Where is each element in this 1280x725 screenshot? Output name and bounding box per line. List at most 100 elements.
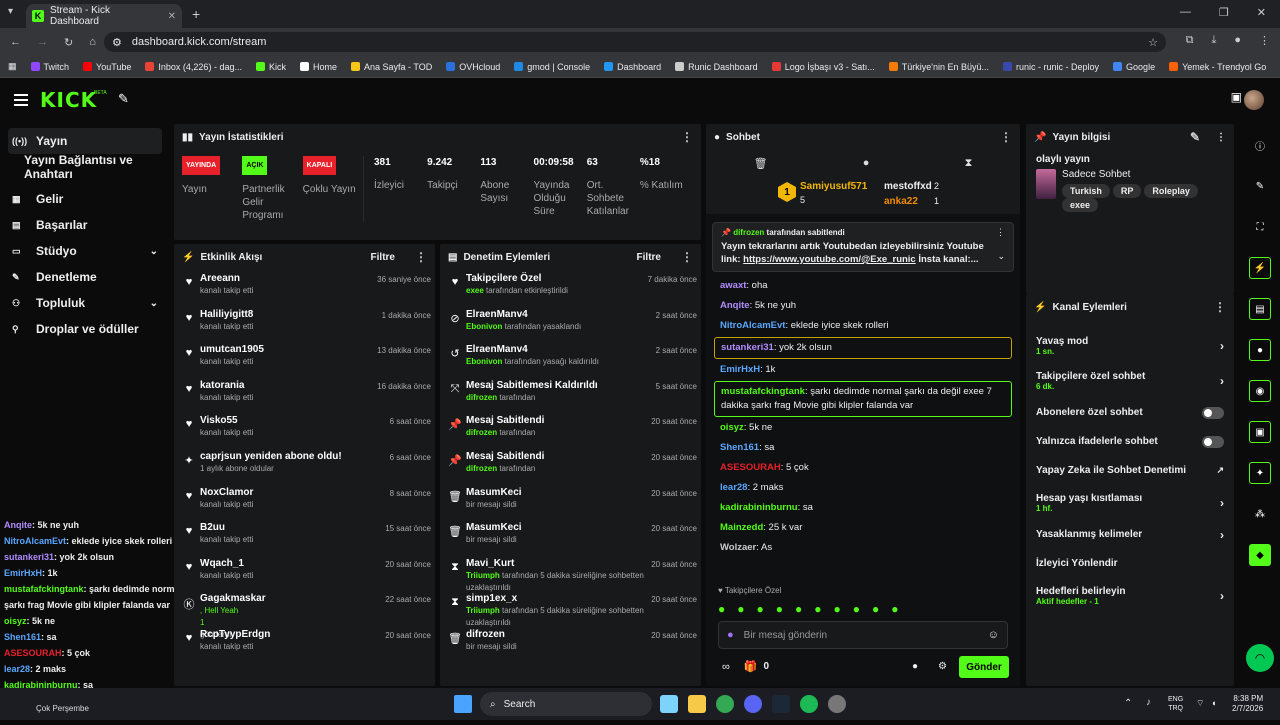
stats-menu-icon[interactable]: ⋮ (681, 130, 693, 144)
chat-input[interactable]: ● Bir mesaj gönderin ☺ (718, 621, 1008, 649)
activity-row[interactable]: ♥ B2uu kanalı takip etti 15 saat önce (178, 519, 431, 555)
chat-username[interactable]: mustafafckingtank (721, 386, 805, 397)
activity-menu-icon[interactable]: ⋮ (415, 250, 427, 264)
chevron-down-icon[interactable]: ⌄ (150, 298, 158, 309)
channel-action-4[interactable]: Yapay Zeka ile Sohbet Denetimi ↗ (1026, 456, 1234, 485)
info-icon[interactable]: ⓘ (1249, 134, 1271, 156)
tag-chip[interactable]: exee (1062, 198, 1099, 212)
moderation-row[interactable]: 🗑 MasumKeci bir mesajı sildi 20 saat önce (444, 519, 697, 555)
moderation-row[interactable]: ⊘ ElraenManv4 Ebonivon tarafından yasaklan… (444, 306, 697, 342)
chat-message[interactable]: EmirHxH: 1k (706, 360, 1020, 380)
chat-message[interactable]: kadirabininburnu: sa (706, 498, 1020, 518)
fullscreen-icon[interactable]: ⛶ (1249, 216, 1271, 238)
tag-chip[interactable]: Roleplay (1144, 184, 1198, 198)
sidebar-item-2[interactable]: ▦ Gelir (0, 186, 170, 212)
emote-icon[interactable]: ● (718, 602, 725, 616)
top-user-2[interactable]: mestoffxd (884, 181, 932, 192)
chevron-down-icon[interactable]: ⌄ (150, 246, 158, 257)
external-link-icon[interactable]: ↗ (1216, 465, 1224, 476)
emote-icon[interactable]: ● (795, 602, 802, 616)
game-icon[interactable]: ◆ (1249, 544, 1271, 566)
bookmark-12[interactable]: runic - runic - Deploy (1003, 62, 1099, 72)
activity-row[interactable]: ♥ RcpTyypErdgn kanalı takip etti 20 saat ön… (178, 626, 431, 662)
top-user-1[interactable]: Samiyusuf571 (800, 181, 867, 192)
sidebar-item-6[interactable]: ⚇ Topluluk ⌄ (0, 290, 170, 316)
chat-message[interactable]: Anqite: 5k ne yuh (706, 296, 1020, 316)
bookmark-star-icon[interactable]: ☆ (1148, 36, 1158, 49)
send-button[interactable]: Gönder (959, 656, 1009, 678)
chat-username[interactable]: lear28 (720, 482, 747, 493)
chat-username[interactable]: Anqite (720, 300, 750, 311)
steam-icon[interactable] (772, 695, 790, 713)
copilot-icon[interactable] (660, 695, 678, 713)
chat-username[interactable]: ASESOURAH (720, 462, 781, 473)
activity-filter-button[interactable]: Filtre (371, 252, 395, 263)
toggle-switch[interactable] (1202, 406, 1224, 419)
timer-icon[interactable]: ⧗ (965, 157, 973, 170)
wrench-icon[interactable]: ✦ (1249, 462, 1271, 484)
tag-chip[interactable]: Turkish (1062, 184, 1110, 198)
reload-icon[interactable]: ↻ (64, 36, 73, 49)
kick-logo[interactable]: KICK (40, 88, 97, 112)
sidebar-item-1[interactable]: Yayın Bağlantısı ve Anahtarı (0, 153, 170, 181)
chat-message[interactable]: mustafafckingtank: şarkı dedimde normal … (714, 381, 1012, 417)
activity-row[interactable]: ✦ caprjsun yeniden abone oldu! 1 aylık abo… (178, 448, 431, 484)
bookmark-7[interactable]: gmod | Console (514, 62, 590, 72)
close-tab-icon[interactable]: ✕ (168, 11, 176, 22)
bookmark-8[interactable]: Dashboard (604, 62, 661, 72)
browser-tab-active[interactable]: K Stream - Kick Dashboard ✕ (26, 4, 182, 28)
clear-chat-icon[interactable]: 🗑 (754, 157, 768, 170)
emote-icon[interactable]: ● (872, 602, 879, 616)
emote-icon[interactable]: ● (776, 602, 783, 616)
category-thumbnail[interactable] (1036, 169, 1057, 199)
chevron-right-icon[interactable]: › (1220, 528, 1224, 542)
discord-icon[interactable] (744, 695, 762, 713)
chat-message[interactable]: lear28: 2 maks (706, 478, 1020, 498)
maximize-icon[interactable]: ❐ (1219, 6, 1229, 19)
activity-row[interactable]: Ⓚ Gagakmaskar, Hell Yeah 1 gönderdi 22 saat … (178, 590, 432, 639)
chat-menu-icon[interactable]: ⋮ (1000, 130, 1012, 144)
moderation-row[interactable]: ↺ ElraenManv4 Ebonivon tarafından yasağı k… (444, 341, 697, 377)
sidebar-item-5[interactable]: ✎ Denetleme (0, 264, 170, 290)
forward-icon[interactable]: → (37, 36, 48, 48)
bookmark-9[interactable]: Runic Dashboard (675, 62, 758, 72)
info-menu-icon[interactable]: ⋮ (1216, 132, 1226, 143)
address-bar[interactable]: ⚙ dashboard.kick.com/stream ☆ (104, 32, 1166, 52)
download-icon[interactable]: ⤓ (1211, 34, 1216, 47)
volume-icon[interactable]: ◖ (1211, 698, 1216, 708)
sidebar-item-3[interactable]: ▤ Başarılar (0, 212, 170, 238)
file-explorer-icon[interactable] (688, 695, 706, 713)
moderation-row[interactable]: ⤧ Mesaj Sabitlemesi Kaldırıldı difrozen ta… (444, 377, 697, 413)
chat-username[interactable]: NitroAlcamEvt (720, 320, 785, 331)
support-icon[interactable]: ◠ (1246, 644, 1274, 672)
moderation-row[interactable]: 📌 Mesaj Sabitlendi difrozen tarafından 20 s… (444, 412, 697, 448)
moderation-menu-icon[interactable]: ⋮ (681, 250, 693, 264)
chat-message[interactable]: Mainzedd: 25 k var (706, 518, 1020, 538)
chat-username[interactable]: EmirHxH (720, 364, 760, 375)
chat-settings-icon[interactable]: ⚙ (938, 661, 947, 672)
bookmark-10[interactable]: Logo İşbaşı v3 - Satı... (771, 62, 875, 72)
close-window-icon[interactable]: ✕ (1257, 6, 1266, 19)
home-icon[interactable]: ⌂ (89, 36, 96, 48)
apps-icon[interactable]: ▦ (8, 61, 17, 72)
moderation-row[interactable]: ♥ Takipçilere Özel exee tarafından etkinle… (444, 270, 697, 306)
channel-action-1[interactable]: Takipçilere özel sohbet 6 dk. › (1026, 363, 1234, 398)
moderation-row[interactable]: 🗑 MasumKeci bir mesajı sildi 20 saat önce (444, 484, 697, 520)
notes-icon[interactable]: ▤ (1249, 298, 1271, 320)
studio-icon[interactable]: ▣ (1231, 90, 1242, 104)
channel-action-0[interactable]: Yavaş mod 1 sn. › (1026, 328, 1234, 363)
chat-icon[interactable]: ● (1249, 339, 1271, 361)
studio-icon[interactable]: ▣ (1249, 421, 1271, 443)
chat-username[interactable]: oisyz (720, 422, 744, 433)
tag-chip[interactable]: RP (1112, 184, 1142, 198)
bookmark-14[interactable]: Yemek - Trendyol Go (1169, 62, 1266, 72)
broadcast-icon[interactable]: ◉ (1249, 380, 1271, 402)
activity-row[interactable]: ♥ Haliliyigitt8 kanalı takip etti 1 dakika … (178, 306, 431, 342)
moderation-row[interactable]: 🗑 difrozen bir mesajı sildi 20 saat önce (444, 626, 697, 662)
bookmark-13[interactable]: Google (1113, 62, 1155, 72)
hamburger-menu-icon[interactable] (14, 94, 28, 106)
site-info-icon[interactable]: ⚙ (112, 36, 122, 49)
chat-message[interactable]: Shen161: sa (706, 438, 1020, 458)
mic-icon[interactable]: ● (727, 629, 734, 641)
channel-action-2[interactable]: Abonelere özel sohbet (1026, 398, 1234, 427)
